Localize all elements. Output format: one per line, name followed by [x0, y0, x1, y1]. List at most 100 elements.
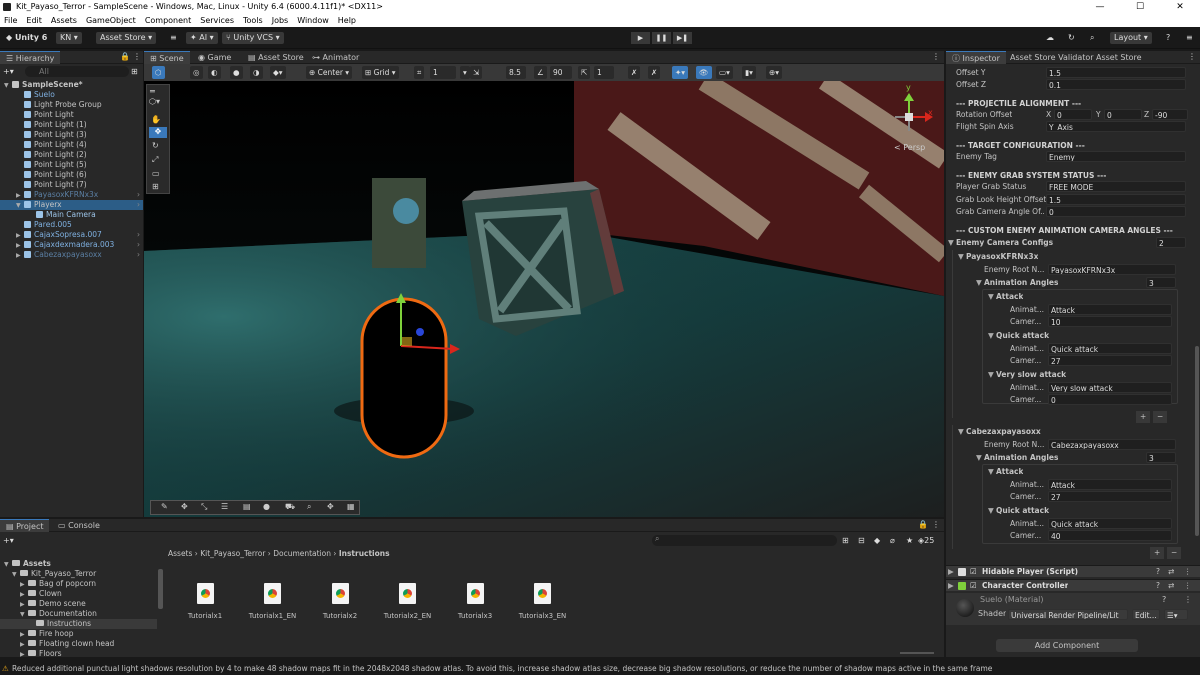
tree-scrollbar[interactable]	[158, 569, 163, 609]
tab-console[interactable]: ▭ Console	[52, 519, 106, 532]
audio-toggle-icon[interactable]: ✗	[628, 66, 641, 79]
snap-icon[interactable]: ⌗	[414, 66, 425, 79]
rotate-snap-field[interactable]: 90	[550, 66, 572, 79]
panel-icon[interactable]: ▤	[243, 502, 251, 511]
asset-file[interactable]: Tutorialx1_EN	[238, 583, 308, 620]
folder-tree-item[interactable]: ▼ Documentation	[0, 609, 157, 619]
gizmo-toggle-icon[interactable]: ✦▾	[672, 66, 689, 79]
add-component-button[interactable]: Add Component	[996, 639, 1138, 652]
hierarchy-item[interactable]: Point Light (3)	[0, 130, 143, 140]
camera-angle-field[interactable]: 40	[1048, 530, 1172, 541]
animation-name-field[interactable]: Attack	[1048, 304, 1172, 315]
layout-dropdown[interactable]: Layout ▾	[1110, 32, 1152, 44]
menu-gameobject[interactable]: GameObject	[86, 16, 136, 25]
camera-angle-field[interactable]: 10	[1048, 316, 1172, 327]
folder-tree-item[interactable]: ▶ Clown	[0, 589, 157, 599]
favorite-icon[interactable]: ★	[906, 535, 913, 547]
help-icon[interactable]: ?	[1166, 32, 1170, 44]
scale-snap-icon[interactable]: ⇱	[578, 66, 591, 79]
edit-shader-button[interactable]: Edit...	[1132, 609, 1160, 620]
hierarchy-search-input[interactable]: All	[25, 66, 129, 77]
account-dropdown[interactable]: KN ▾	[56, 32, 82, 44]
zoom-icon[interactable]: ⌕	[307, 502, 311, 512]
play-button[interactable]: ▶	[631, 32, 650, 44]
expand-arrow-icon[interactable]: ▼	[988, 330, 994, 342]
visibility-icon[interactable]: 👁	[696, 66, 712, 79]
scene-viewport[interactable]: y x < Persp	[144, 81, 944, 517]
folder-tree-item[interactable]: ▶ Bag of popcorn	[0, 579, 157, 589]
menu-jobs[interactable]: Jobs	[272, 16, 289, 25]
hierarchy-item[interactable]: Point Light (7)	[0, 180, 143, 190]
brush-icon[interactable]: ✎	[161, 502, 168, 511]
grid-size-field[interactable]: 1	[430, 66, 456, 79]
expand-arrow-icon[interactable]: ▶	[20, 650, 28, 660]
create-asset-button[interactable]: +▾	[3, 535, 14, 547]
pan-icon[interactable]: ✥	[327, 502, 334, 511]
asset-file[interactable]: Tutorialx2_EN	[373, 583, 443, 620]
offset-y-field[interactable]: 1.5	[1046, 67, 1186, 78]
move-snap-field[interactable]: 8.5	[506, 66, 526, 79]
inspector-scrollbar[interactable]	[1195, 346, 1199, 536]
help-icon[interactable]: ?	[1156, 580, 1160, 592]
projection-toggle[interactable]: < Persp	[894, 143, 925, 152]
remove-config-button[interactable]: −	[1167, 547, 1182, 559]
grid-dropdown[interactable]: ⊞ Grid ▾	[362, 66, 399, 79]
chevron-right-icon[interactable]: ›	[137, 190, 140, 200]
menu-tools[interactable]: Tools	[243, 16, 263, 25]
tab-inspector[interactable]: ⓘ Inspector	[946, 51, 1006, 64]
rotate-snap-icon[interactable]: ∠	[534, 66, 547, 79]
move-snap-icon[interactable]: ⇲	[470, 66, 483, 79]
filter-label-icon[interactable]: ⊟	[858, 535, 865, 547]
menu-window[interactable]: Window	[297, 16, 329, 25]
scene-panel-menu-icon[interactable]: ⋮	[932, 51, 940, 63]
rotation-y-field[interactable]: 0	[1104, 109, 1142, 120]
history-icon[interactable]: ↻	[1068, 32, 1075, 44]
filter-icon[interactable]: ⊞	[131, 66, 138, 78]
hierarchy-item[interactable]: Suelo	[0, 90, 143, 100]
cloud-icon[interactable]: ☁	[1046, 32, 1054, 44]
hierarchy-item[interactable]: ▼ SampleScene*	[0, 80, 143, 90]
tab-hierarchy[interactable]: ☰ Hierarchy	[0, 51, 61, 64]
remove-entry-button[interactable]: −	[1153, 411, 1168, 423]
move-tool-icon[interactable]: ✥	[149, 127, 167, 138]
folder-tree-item[interactable]: ▼ Assets	[0, 559, 157, 569]
search-icon[interactable]: ⌕	[1090, 32, 1094, 44]
tab-asset-store-uploader[interactable]: Asset Store Uploader	[1090, 51, 1174, 64]
list-icon[interactable]: ☰	[221, 502, 228, 511]
tab-project[interactable]: ▤ Project	[0, 519, 50, 532]
animation-name-field[interactable]: Quick attack	[1048, 343, 1172, 354]
sphere-icon[interactable]: ●	[263, 502, 270, 511]
move-z-handle[interactable]	[416, 328, 424, 336]
enemy-tag-field[interactable]: Enemy	[1046, 151, 1186, 162]
add-entry-button[interactable]: +	[1136, 411, 1151, 423]
scale-snap-field[interactable]: 1	[594, 66, 614, 79]
expand-arrow-icon[interactable]: ▼	[988, 369, 994, 381]
add-object-button[interactable]: +▾	[3, 66, 14, 78]
asset-store-dropdown[interactable]: Asset Store ▾	[96, 32, 157, 44]
project-search-input[interactable]: ⌕	[652, 534, 837, 546]
layers-tool-icon[interactable]: ▦	[347, 502, 355, 511]
camera-angle-field[interactable]: 27	[1048, 491, 1172, 502]
asset-file[interactable]: Tutorialx3_EN	[508, 583, 578, 620]
folder-tree-item[interactable]: ▼ Kit_Payaso_Terror	[0, 569, 157, 579]
inspector-menu-icon[interactable]: ⋮	[1188, 51, 1196, 63]
hierarchy-item[interactable]: Point Light (5)	[0, 160, 143, 170]
angles-count[interactable]: 3	[1146, 277, 1176, 288]
hand-tool-icon[interactable]: ✋	[151, 115, 161, 124]
path-icon[interactable]: ⤡	[201, 502, 207, 512]
move-icon[interactable]: ✥	[181, 502, 188, 511]
hierarchy-item[interactable]: Point Light (1)	[0, 120, 143, 130]
angles-count[interactable]: 3	[1146, 452, 1176, 463]
tab-scene[interactable]: ⊞ Scene	[144, 51, 190, 64]
preset-icon[interactable]: ⇄	[1168, 566, 1174, 578]
hierarchy-item[interactable]: Point Light	[0, 110, 143, 120]
menu-component[interactable]: Component	[145, 16, 191, 25]
player-capsule[interactable]	[360, 297, 448, 459]
expand-arrow-icon[interactable]: ▼	[988, 505, 994, 517]
ai-dropdown[interactable]: ✦ AI ▾	[186, 32, 218, 44]
tab-asset-store-validator[interactable]: Asset Store Validator	[1004, 51, 1100, 64]
hierarchy-item[interactable]: ▶ PayasoxKFRNx3x ›	[0, 190, 143, 200]
project-lock-icon[interactable]: 🔒	[918, 519, 928, 531]
view-tool-icon[interactable]: ⬡	[152, 66, 165, 79]
tool-drag-handle[interactable]: ═	[150, 87, 155, 96]
